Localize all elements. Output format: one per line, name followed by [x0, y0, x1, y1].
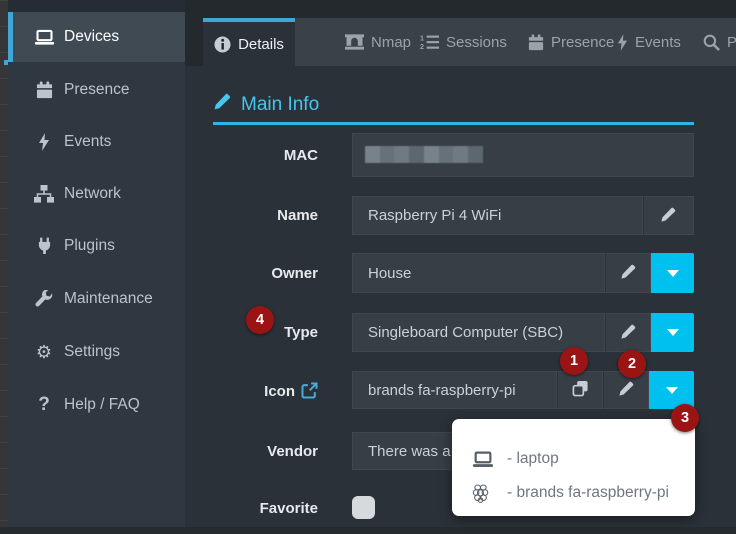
- info-circle-icon: [214, 36, 231, 53]
- name-edit-button[interactable]: [643, 196, 694, 235]
- sidebar-item-maintenance[interactable]: Maintenance: [8, 277, 185, 321]
- type-dropdown-button[interactable]: [651, 313, 694, 352]
- gear-icon: ⚙: [33, 343, 55, 361]
- search-icon: [703, 34, 720, 51]
- tab-nmap[interactable]: Nmap: [345, 18, 411, 66]
- bottom-edge-strip: [0, 527, 736, 534]
- tab-label: Details: [238, 36, 284, 53]
- sidebar-item-label: Help / FAQ: [64, 396, 140, 414]
- dropdown-item-label: - brands fa-raspberry-pi: [507, 484, 669, 502]
- sidebar-item-label: Devices: [64, 28, 119, 46]
- sidebar-top-strip: [8, 0, 185, 12]
- tab-label: Events: [635, 34, 681, 51]
- pencil-icon: [660, 206, 677, 226]
- sidebar-item-devices[interactable]: Devices: [8, 12, 185, 62]
- tab-label: Sessions: [446, 34, 507, 51]
- tab-events[interactable]: Events: [617, 18, 681, 66]
- pencil-icon: [620, 323, 637, 343]
- chevron-down-icon: [667, 329, 679, 336]
- owner-field-group: [352, 253, 694, 293]
- sidebar-item-label: Settings: [64, 343, 120, 361]
- name-input[interactable]: [352, 196, 643, 235]
- type-edit-button[interactable]: [605, 313, 651, 352]
- owner-edit-button[interactable]: [605, 253, 651, 293]
- svg-text:1: 1: [420, 35, 424, 43]
- sidebar: Devices Presence Events Network Plugins: [8, 0, 185, 534]
- vendor-label: Vendor: [185, 443, 318, 460]
- dropdown-item-laptop[interactable]: - laptop: [452, 442, 695, 476]
- annotation-badge-4: 4: [246, 306, 274, 334]
- background-window-sliver: [0, 0, 8, 534]
- tab-presence[interactable]: Presence: [528, 18, 614, 66]
- archway-icon: [345, 34, 364, 50]
- sitemap-icon: [33, 185, 55, 203]
- sidebar-item-network[interactable]: Network: [8, 172, 185, 216]
- icon-input[interactable]: [352, 371, 557, 409]
- copy-icon: [572, 380, 589, 400]
- sidebar-item-settings[interactable]: ⚙ Settings: [8, 330, 185, 374]
- svg-text:2: 2: [420, 43, 424, 50]
- icon-label: Icon: [185, 382, 318, 400]
- raspberry-pi-icon: [472, 484, 498, 503]
- mac-field-group: [352, 133, 694, 177]
- laptop-icon: [472, 451, 498, 468]
- tab-details[interactable]: Details: [203, 18, 295, 66]
- type-field-group: [352, 313, 694, 352]
- section-title-text: Main Info: [241, 94, 319, 116]
- section-title: Main Info: [213, 92, 319, 117]
- chevron-down-icon: [666, 387, 678, 394]
- mac-label: MAC: [185, 147, 318, 164]
- name-field-group: [352, 196, 694, 235]
- dropdown-item-label: - laptop: [507, 450, 559, 468]
- tab-label: Presence: [551, 34, 614, 51]
- sidebar-item-label: Plugins: [64, 237, 115, 255]
- icon-copy-button[interactable]: [557, 371, 603, 409]
- wrench-icon: [33, 290, 55, 308]
- bolt-icon: [33, 133, 55, 151]
- calendar-icon: [528, 34, 544, 51]
- section-underline: [213, 122, 694, 125]
- annotation-badge-3: 3: [671, 404, 699, 432]
- sidebar-item-label: Network: [64, 185, 121, 203]
- app-window: Devices Presence Events Network Plugins: [0, 0, 736, 534]
- type-input[interactable]: [352, 313, 605, 352]
- sidebar-item-label: Events: [64, 133, 111, 151]
- chevron-down-icon: [667, 270, 679, 277]
- name-label: Name: [185, 207, 318, 224]
- question-icon: ?: [33, 394, 55, 416]
- sidebar-item-label: Maintenance: [64, 290, 153, 308]
- bolt-icon: [617, 34, 628, 51]
- annotation-badge-1: 1: [560, 347, 588, 375]
- pencil-icon: [620, 263, 637, 283]
- favorite-checkbox[interactable]: [352, 496, 375, 519]
- pencil-icon: [213, 92, 232, 117]
- icon-label-text: Icon: [264, 383, 295, 400]
- tab-label: P: [727, 34, 736, 51]
- sidebar-item-label: Presence: [64, 81, 129, 99]
- dropdown-item-raspberry-pi[interactable]: - brands fa-raspberry-pi: [452, 476, 695, 510]
- sidebar-item-help-faq[interactable]: ? Help / FAQ: [8, 383, 185, 427]
- favorite-label: Favorite: [185, 500, 318, 517]
- laptop-icon: [33, 29, 55, 46]
- list-ol-icon: 12: [420, 34, 439, 50]
- owner-label: Owner: [185, 265, 318, 282]
- sidebar-item-plugins[interactable]: Plugins: [8, 224, 185, 268]
- plug-icon: [33, 237, 55, 255]
- external-link-icon[interactable]: [301, 382, 318, 399]
- tab-search-clipped[interactable]: P: [703, 18, 736, 66]
- pencil-icon: [618, 380, 635, 400]
- tab-label: Nmap: [371, 34, 411, 51]
- owner-dropdown-button[interactable]: [651, 253, 694, 293]
- icon-dropdown-panel: - laptop - brands fa-raspberry-pi: [452, 419, 695, 516]
- sidebar-item-presence[interactable]: Presence: [8, 68, 185, 112]
- annotation-badge-2: 2: [618, 350, 646, 378]
- icon-field-group: [352, 371, 694, 409]
- sidebar-item-events[interactable]: Events: [8, 120, 185, 164]
- tab-sessions[interactable]: 12 Sessions: [420, 18, 507, 66]
- mac-redaction-blur: [365, 146, 483, 163]
- owner-input[interactable]: [352, 253, 605, 293]
- calendar-icon: [33, 81, 55, 99]
